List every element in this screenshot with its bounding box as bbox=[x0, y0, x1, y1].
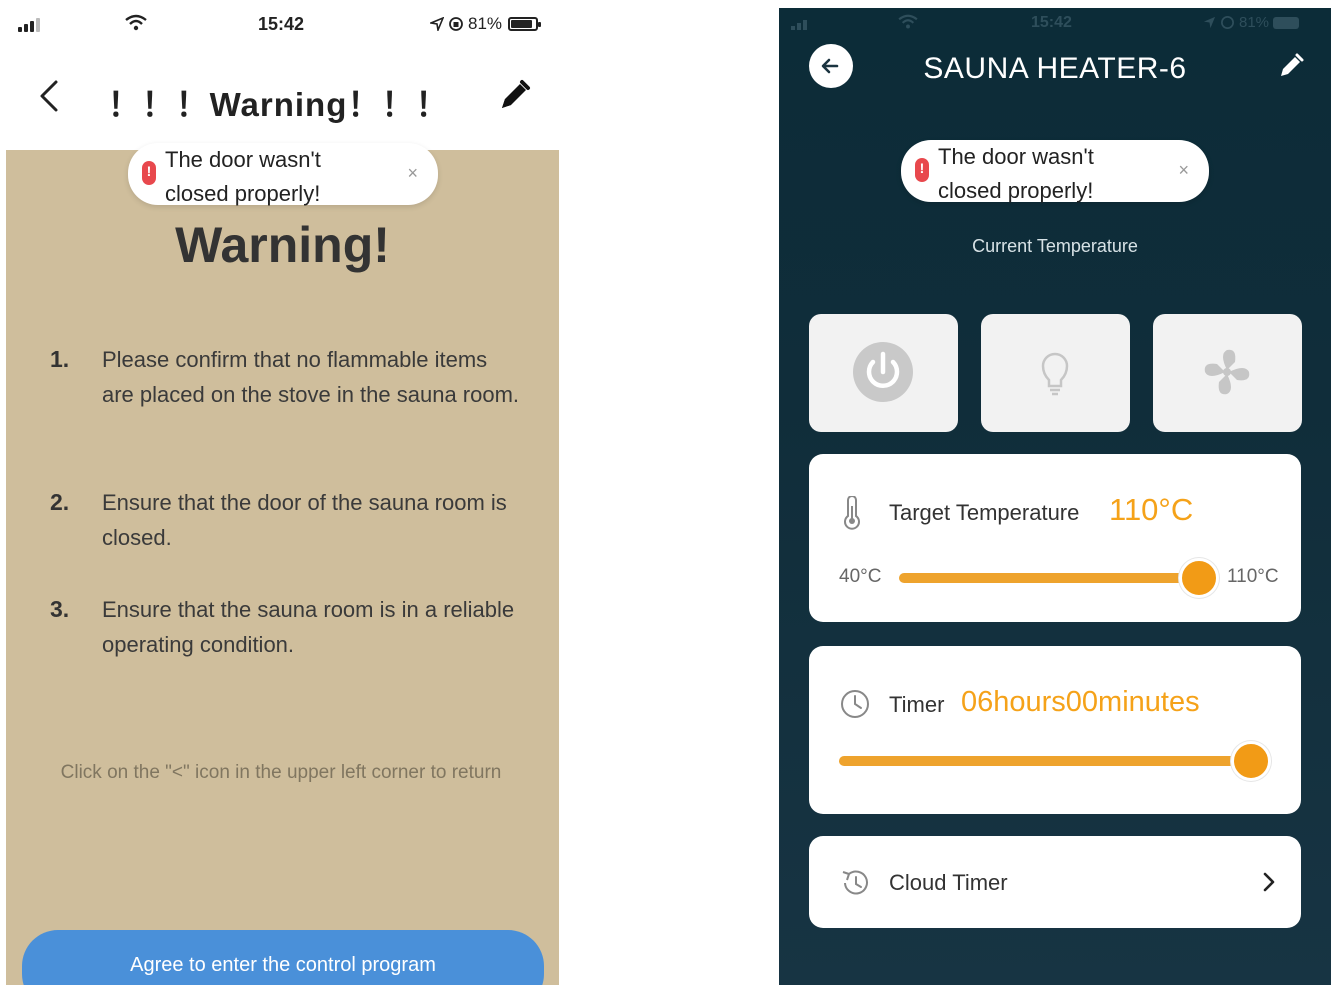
target-temperature-card: Target Temperature 110°C 40°C 110°C bbox=[809, 454, 1301, 622]
heater-control-screen: 15:42 81% SAUNA HEATER-6 The door wasn't… bbox=[779, 8, 1331, 985]
timer-card: Timer 06hours00minutes bbox=[809, 646, 1301, 814]
page-title: ！！！Warning！！！ bbox=[107, 86, 450, 123]
slider-min-label: 40°C bbox=[839, 566, 882, 587]
pencil-icon[interactable] bbox=[1277, 52, 1305, 80]
step-number: 1. bbox=[50, 346, 70, 372]
power-icon bbox=[853, 342, 913, 402]
history-icon bbox=[842, 870, 868, 895]
status-bar: 15:42 81% bbox=[6, 6, 559, 42]
step-text: Ensure that the door of the sauna room i… bbox=[102, 490, 507, 550]
toast-message: The door wasn't closed properly! bbox=[165, 147, 321, 206]
timer-value: 06hours00minutes bbox=[961, 686, 1200, 718]
battery-percent: 81% bbox=[1239, 14, 1270, 31]
wifi-icon bbox=[898, 14, 918, 29]
current-temperature-label: Current Temperature bbox=[972, 236, 1138, 256]
clock-icon bbox=[841, 690, 869, 718]
signal-icon bbox=[791, 20, 807, 30]
rotation-lock-icon bbox=[1221, 16, 1234, 29]
step-text: Ensure that the sauna room is in a relia… bbox=[102, 597, 515, 657]
status-right: 81% bbox=[430, 14, 542, 34]
header: ！！！Warning！！！ bbox=[6, 42, 559, 150]
battery-icon bbox=[508, 17, 542, 31]
battery-icon bbox=[1273, 16, 1300, 29]
wifi-icon bbox=[125, 14, 147, 31]
timer-slider-track[interactable] bbox=[839, 756, 1251, 766]
battery-percent: 81% bbox=[468, 14, 503, 33]
status-bar: 15:42 81% bbox=[779, 8, 1331, 40]
target-temperature-value: 110°C bbox=[1109, 492, 1194, 527]
close-icon[interactable]: × bbox=[1178, 160, 1189, 181]
device-title: SAUNA HEATER-6 bbox=[923, 52, 1187, 85]
temperature-slider-track[interactable] bbox=[899, 573, 1199, 583]
timer-label: Timer bbox=[889, 692, 945, 717]
warning-heading: Warning! bbox=[175, 217, 390, 273]
fan-button[interactable] bbox=[1153, 314, 1302, 432]
toast-message: The door wasn't closed properly! bbox=[938, 144, 1094, 203]
door-alert-toast: The door wasn't closed properly! × bbox=[128, 143, 438, 206]
target-temperature-label: Target Temperature bbox=[889, 500, 1080, 525]
status-time: 15:42 bbox=[258, 14, 305, 34]
thermometer-icon bbox=[844, 496, 860, 530]
slider-max-label: 110°C bbox=[1227, 566, 1279, 587]
light-button[interactable] bbox=[981, 314, 1130, 432]
cloud-timer-label: Cloud Timer bbox=[889, 870, 1008, 895]
status-time: 15:42 bbox=[1031, 14, 1072, 31]
agree-button[interactable]: Agree to enter the control program bbox=[22, 930, 544, 985]
step-number: 3. bbox=[50, 596, 70, 622]
pencil-icon[interactable] bbox=[496, 78, 532, 114]
close-icon[interactable]: × bbox=[407, 163, 418, 184]
timer-slider-thumb[interactable] bbox=[1231, 741, 1271, 781]
power-button[interactable] bbox=[809, 314, 958, 432]
cloud-timer-card[interactable]: Cloud Timer bbox=[809, 836, 1301, 928]
temperature-slider-thumb[interactable] bbox=[1179, 558, 1219, 598]
chevron-right-icon bbox=[1263, 872, 1275, 892]
signal-icon bbox=[18, 18, 42, 32]
step-text: Please confirm that no flammable items a… bbox=[102, 347, 520, 407]
fan-icon bbox=[1204, 349, 1250, 395]
warning-screen: 15:42 81% ！！！Warning！！！ The door wasn't … bbox=[6, 6, 559, 985]
location-icon bbox=[430, 17, 444, 31]
alert-icon bbox=[142, 161, 156, 185]
location-icon bbox=[1203, 16, 1216, 29]
step-number: 2. bbox=[50, 489, 70, 515]
door-alert-toast: The door wasn't closed properly! × bbox=[901, 140, 1209, 203]
alert-icon bbox=[915, 158, 929, 182]
bulb-icon bbox=[1041, 352, 1069, 396]
rotation-lock-icon bbox=[449, 17, 463, 31]
status-right: 81% bbox=[1203, 14, 1300, 31]
return-hint: Click on the "<" icon in the upper left … bbox=[60, 762, 502, 783]
